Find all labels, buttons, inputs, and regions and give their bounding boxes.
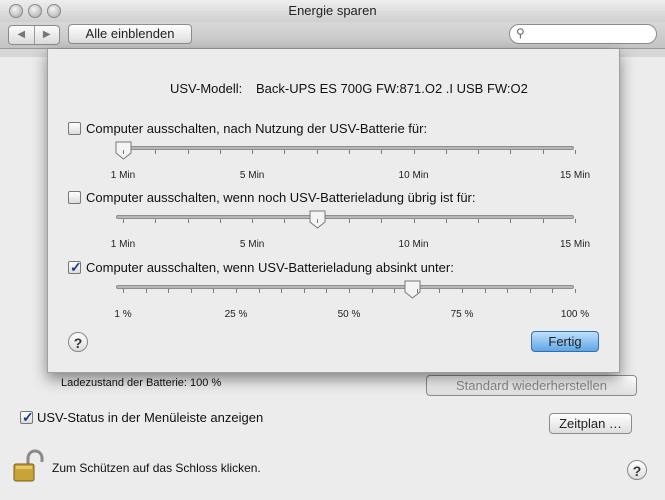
slider-tick xyxy=(123,150,124,154)
slider-tick xyxy=(284,219,286,223)
toolbar: ◀ ▶ Alle einblenden ⚲ xyxy=(0,22,665,49)
slider-tick-label: 10 Min xyxy=(398,239,429,250)
lock-icon[interactable] xyxy=(12,449,44,483)
slider-tick xyxy=(542,219,544,223)
slider-tick xyxy=(123,289,124,293)
shutdown-charge-below-label: Computer ausschalten, wenn USV-Batteriel… xyxy=(86,260,454,275)
slider-tick xyxy=(316,219,318,223)
slider-tick xyxy=(575,150,576,154)
slider-tick xyxy=(349,219,350,223)
slider-tick xyxy=(413,150,415,154)
search-icon: ⚲ xyxy=(516,26,525,40)
lock-hint-text: Zum Schützen auf das Schloss klicken. xyxy=(52,461,261,475)
sheet-help-button[interactable]: ? xyxy=(68,332,88,352)
slider-tick xyxy=(416,289,418,293)
slider-tick-label: 1 Min xyxy=(110,170,136,181)
slider-tick xyxy=(219,150,221,154)
slider-tick xyxy=(575,219,576,223)
slider-tick xyxy=(123,219,124,223)
slider-tick xyxy=(484,289,486,293)
slider-tick-label: 5 Min xyxy=(239,170,265,181)
slider-tick-label: 15 Min xyxy=(559,170,590,181)
show-status-checkbox[interactable] xyxy=(20,409,34,426)
slider-tick xyxy=(510,219,512,223)
shutdown-after-usage-label: Computer ausschalten, nach Nutzung der U… xyxy=(86,121,428,136)
restore-defaults-button[interactable]: Standard wiederherstellen xyxy=(426,375,637,396)
slider-tick xyxy=(168,289,170,293)
slider-tick xyxy=(284,150,286,154)
slider-tick xyxy=(478,219,480,223)
slider-tick-label: 1 % xyxy=(114,309,132,320)
ups-options-sheet: USV-Modell: Back-UPS ES 700G FW:871.O2 .… xyxy=(47,49,620,373)
slider-tick xyxy=(303,289,305,293)
slider-tick xyxy=(542,150,544,154)
slider-tick xyxy=(349,289,350,293)
schedule-button[interactable]: Zeitplan … xyxy=(549,413,632,434)
slider-tick xyxy=(219,219,221,223)
slider-track[interactable] xyxy=(116,215,574,219)
shutdown-charge-below-slider-knob[interactable] xyxy=(404,280,421,299)
window-title: Energie sparen xyxy=(288,3,377,18)
slider-tick xyxy=(507,289,509,293)
slider-tick xyxy=(445,219,447,223)
slider-tick xyxy=(187,150,189,154)
shutdown-remaining-time-slider-knob[interactable] xyxy=(309,210,326,229)
slider-tick xyxy=(316,150,318,154)
show-all-button[interactable]: Alle einblenden xyxy=(68,24,192,44)
slider-tick xyxy=(413,219,415,223)
slider-tick xyxy=(258,289,260,293)
battery-status-label: Ladezustand der Batterie: 100 % xyxy=(61,377,222,389)
slider-tick xyxy=(510,150,512,154)
slider-tick-label: 1 Min xyxy=(110,239,136,250)
show-status-label: USV-Status in der Menüleiste anzeigen xyxy=(37,410,264,425)
slider-tick xyxy=(529,289,531,293)
slider-tick-label: 50 % xyxy=(337,309,361,320)
forward-button[interactable]: ▶ xyxy=(35,26,60,44)
slider-tick xyxy=(281,289,283,293)
slider-tick xyxy=(445,150,447,154)
slider-tick-label: 100 % xyxy=(560,309,590,320)
shutdown-charge-below-checkbox[interactable] xyxy=(68,259,82,276)
slider-track[interactable] xyxy=(116,285,574,289)
slider-tick xyxy=(252,219,254,223)
slider-tick xyxy=(462,289,463,293)
slider-tick-label: 75 % xyxy=(450,309,474,320)
ups-model-value: Back-UPS ES 700G FW:871.O2 .I USB FW:O2 xyxy=(256,81,528,96)
title-bar: Energie sparen xyxy=(0,0,665,23)
shutdown-remaining-time-checkbox[interactable] xyxy=(68,191,81,204)
slider-tick-label: 15 Min xyxy=(559,239,590,250)
slider-tick xyxy=(349,150,350,154)
slider-tick xyxy=(155,219,157,223)
slider-tick xyxy=(236,289,237,293)
shutdown-after-usage-checkbox[interactable] xyxy=(68,122,81,135)
ups-model-label: USV-Modell: xyxy=(170,81,243,96)
help-button[interactable]: ? xyxy=(627,460,647,480)
slider-tick xyxy=(552,289,554,293)
slider-track[interactable] xyxy=(116,146,574,150)
slider-tick xyxy=(575,289,576,293)
slider-tick xyxy=(190,289,192,293)
slider-tick xyxy=(478,150,480,154)
slider-tick xyxy=(326,289,328,293)
slider-tick xyxy=(155,150,157,154)
navigation-segment: ◀ ▶ xyxy=(8,25,60,45)
back-button[interactable]: ◀ xyxy=(9,26,35,44)
search-field[interactable]: ⚲ xyxy=(509,24,657,44)
slider-tick xyxy=(213,289,215,293)
slider-tick xyxy=(145,289,147,293)
slider-tick xyxy=(371,289,373,293)
slider-tick-label: 5 Min xyxy=(239,239,265,250)
shutdown-remaining-time-label: Computer ausschalten, wenn noch USV-Batt… xyxy=(86,190,476,205)
slider-tick xyxy=(439,289,441,293)
slider-tick-label: 25 % xyxy=(224,309,248,320)
slider-tick-label: 10 Min xyxy=(398,170,429,181)
slider-tick xyxy=(381,219,383,223)
slider-tick xyxy=(187,219,189,223)
done-button[interactable]: Fertig xyxy=(531,331,599,352)
slider-tick xyxy=(252,150,254,154)
slider-tick xyxy=(381,150,383,154)
slider-tick xyxy=(394,289,396,293)
